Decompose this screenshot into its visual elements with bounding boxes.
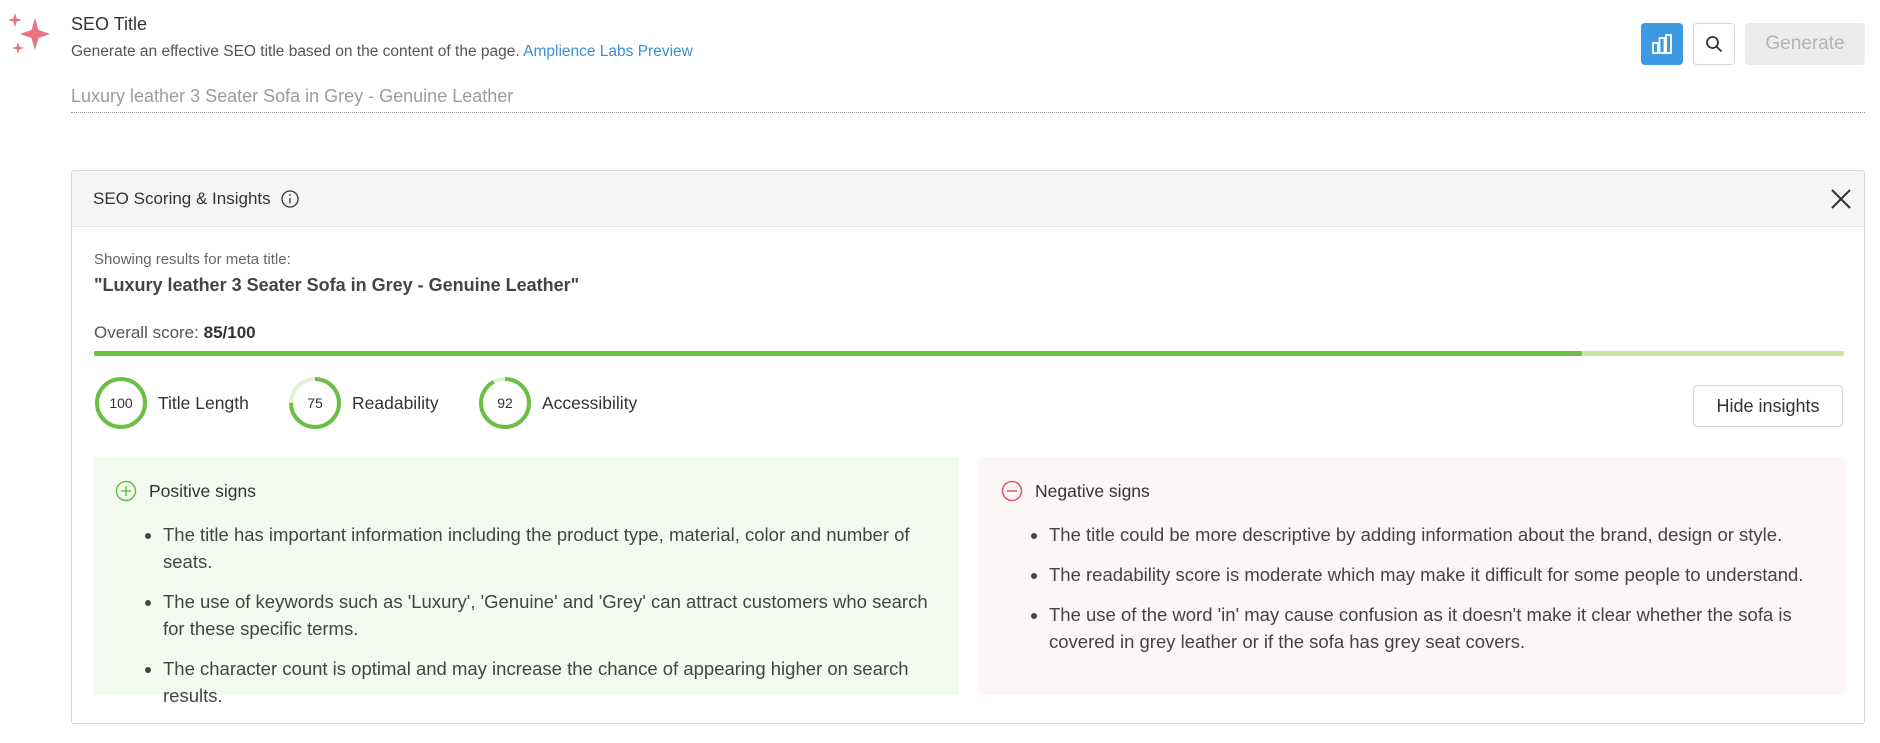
list-item: The use of keywords such as 'Luxury', 'G…	[163, 588, 939, 642]
insights-header: SEO Scoring & Insights	[72, 171, 1864, 227]
search-icon	[1706, 36, 1723, 53]
field-description: Generate an effective SEO title based on…	[71, 43, 693, 61]
positive-signs-list: The title has important information incl…	[115, 521, 939, 709]
metric-label: Readability	[352, 392, 439, 413]
seo-insights-toggle-button[interactable]	[1641, 23, 1683, 65]
minus-circle-icon	[1001, 480, 1023, 502]
score-value: 100	[109, 395, 133, 411]
overall-score-bar	[94, 351, 1844, 356]
overall-score-value: 85/100	[203, 323, 256, 342]
field-description-text: Generate an effective SEO title based on…	[71, 43, 520, 60]
plus-circle-icon	[115, 480, 137, 502]
score-value: 75	[307, 395, 323, 411]
sparkle-icon	[6, 12, 54, 58]
overall-score-bar-fill	[94, 351, 1582, 356]
bar-chart-icon	[1652, 34, 1672, 54]
amplience-labs-preview-link[interactable]: Amplience Labs Preview	[523, 43, 693, 60]
list-item: The title has important information incl…	[163, 521, 939, 575]
score-ring: 75	[288, 376, 342, 430]
generate-button[interactable]: Generate	[1745, 23, 1865, 65]
score-ring: 92	[478, 376, 532, 430]
hide-insights-button[interactable]: Hide insights	[1693, 385, 1843, 427]
showing-results-label: Showing results for meta title:	[94, 251, 291, 268]
list-item: The readability score is moderate which …	[1049, 561, 1825, 588]
list-item: The character count is optimal and may i…	[163, 655, 939, 709]
metric-label: Title Length	[158, 392, 249, 413]
negative-signs-card: Negative signs The title could be more d…	[979, 457, 1845, 695]
close-icon	[1831, 189, 1851, 209]
score-ring: 100	[94, 376, 148, 430]
seo-title-input[interactable]	[71, 80, 1865, 113]
negative-signs-heading: Negative signs	[1001, 479, 1825, 503]
field-title: SEO Title	[71, 14, 148, 34]
overall-score: Overall score: 85/100	[94, 323, 256, 343]
negative-signs-title: Negative signs	[1035, 480, 1150, 501]
list-item: The use of the word 'in' may cause confu…	[1049, 601, 1825, 655]
close-insights-button[interactable]	[1828, 186, 1854, 212]
metric-label: Accessibility	[542, 392, 638, 413]
positive-signs-title: Positive signs	[149, 480, 256, 501]
seo-insights-panel: SEO Scoring & Insights Showing results f…	[71, 170, 1865, 724]
info-icon[interactable]	[280, 189, 300, 209]
overall-score-label: Overall score:	[94, 323, 199, 342]
metric-accessibility: 92 Accessibility	[478, 376, 637, 430]
metric-readability: 75 Readability	[288, 376, 439, 430]
insights-title: SEO Scoring & Insights	[93, 188, 271, 208]
score-value: 92	[497, 395, 513, 411]
positive-signs-card: Positive signs The title has important i…	[93, 457, 959, 706]
search-button[interactable]	[1693, 23, 1735, 65]
metric-title-length: 100 Title Length	[94, 376, 249, 430]
negative-signs-list: The title could be more descriptive by a…	[1001, 521, 1825, 655]
list-item: The title could be more descriptive by a…	[1049, 521, 1825, 548]
analyzed-title: "Luxury leather 3 Seater Sofa in Grey - …	[94, 275, 580, 295]
positive-signs-heading: Positive signs	[115, 479, 939, 503]
